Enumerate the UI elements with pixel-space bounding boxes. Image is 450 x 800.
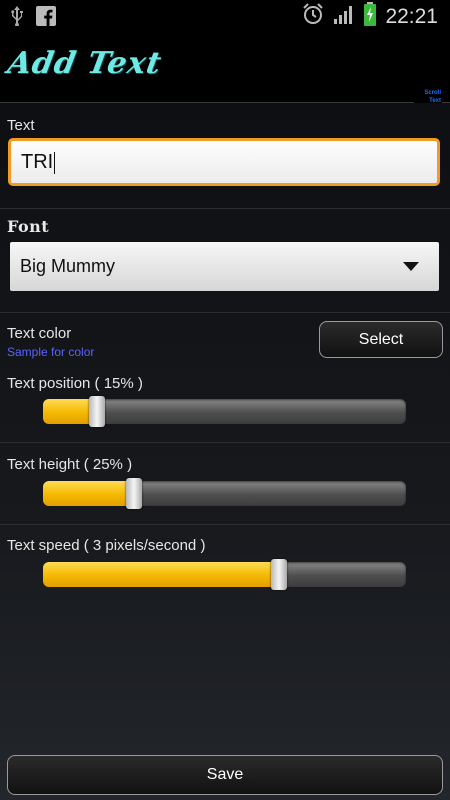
text-input[interactable]: TRI bbox=[8, 138, 440, 186]
text-position-label: Text position ( 15% ) bbox=[7, 375, 143, 392]
text-cursor bbox=[54, 151, 56, 174]
svg-text:Scroll: Scroll bbox=[424, 90, 441, 96]
signal-icon bbox=[333, 4, 355, 29]
status-bar: 22:21 bbox=[0, 0, 450, 32]
battery-charging-icon bbox=[363, 2, 377, 31]
color-sample: Sample for color bbox=[7, 345, 95, 359]
select-color-button[interactable]: Select bbox=[319, 321, 443, 358]
text-height-slider[interactable] bbox=[43, 478, 406, 509]
text-speed-slider[interactable] bbox=[43, 559, 406, 590]
text-speed-label: Text speed ( 3 pixels/second ) bbox=[7, 537, 206, 554]
font-label: Font bbox=[7, 217, 50, 236]
slider-thumb[interactable] bbox=[125, 478, 142, 509]
text-position-slider[interactable] bbox=[43, 396, 406, 427]
divider bbox=[0, 442, 450, 443]
slider-fill bbox=[43, 481, 134, 506]
font-dropdown[interactable]: Big Mummy bbox=[10, 242, 439, 291]
slider-thumb[interactable] bbox=[270, 559, 287, 590]
text-label: Text bbox=[7, 117, 35, 134]
app-header: Add Text Scroll Text Pro bbox=[0, 32, 450, 112]
clock-time: 22:21 bbox=[385, 4, 438, 28]
usb-icon bbox=[10, 6, 24, 31]
save-button[interactable]: Save bbox=[7, 755, 443, 795]
slider-thumb[interactable] bbox=[89, 396, 106, 427]
font-dropdown-value: Big Mummy bbox=[20, 256, 116, 276]
add-text-logo: Add Text bbox=[4, 46, 165, 81]
text-color-label: Text color bbox=[7, 325, 72, 342]
settings-form: Text TRI Font Big Mummy Text color Sampl… bbox=[0, 103, 450, 800]
chevron-down-icon bbox=[403, 262, 419, 271]
alarm-icon bbox=[301, 2, 325, 31]
facebook-icon bbox=[36, 6, 56, 31]
divider bbox=[0, 524, 450, 525]
divider bbox=[0, 312, 450, 313]
divider bbox=[0, 208, 450, 209]
text-input-value: TRI bbox=[21, 151, 54, 173]
slider-fill bbox=[43, 562, 279, 587]
text-height-label: Text height ( 25% ) bbox=[7, 456, 133, 473]
